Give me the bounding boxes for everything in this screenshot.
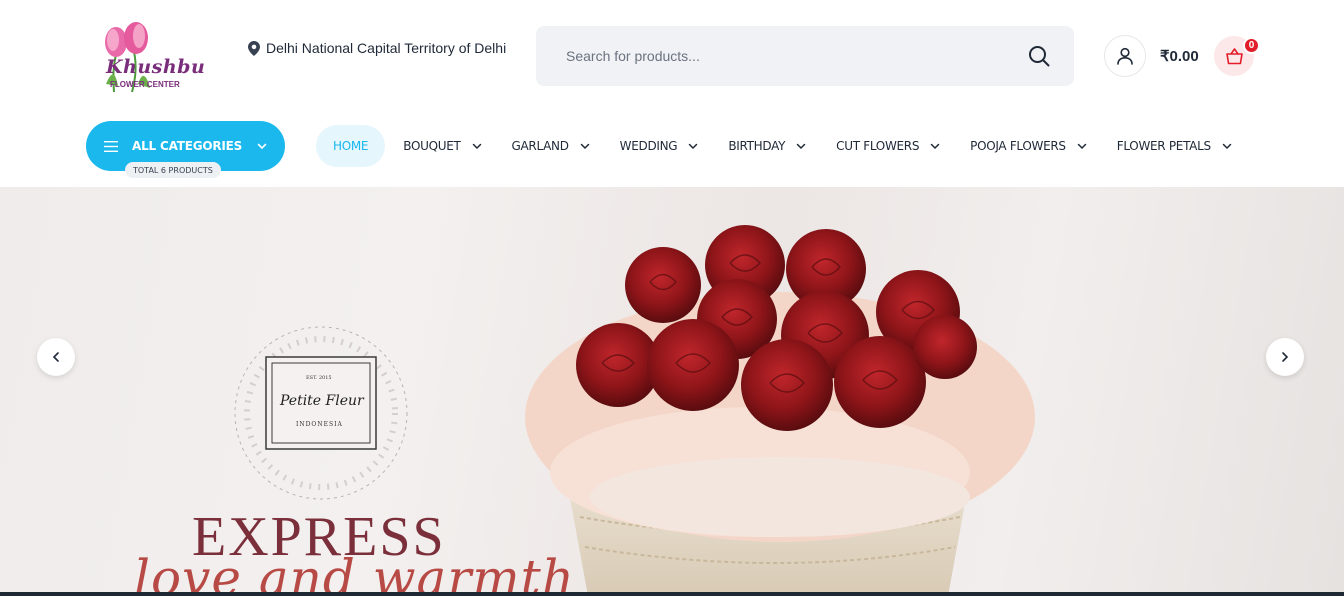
site-logo[interactable]: Khushbu FLOWER CENTER bbox=[88, 14, 205, 98]
nav-label: BIRTHDAY bbox=[728, 139, 786, 153]
slider-next-button[interactable] bbox=[1266, 338, 1304, 376]
cart-count-badge: 0 bbox=[1243, 37, 1260, 54]
nav-label: HOME bbox=[333, 139, 369, 153]
chevron-down-icon bbox=[257, 143, 267, 150]
slider-prev-button[interactable] bbox=[37, 338, 75, 376]
nav-birthday[interactable]: BIRTHDAY bbox=[728, 125, 836, 167]
account-button[interactable] bbox=[1104, 35, 1146, 77]
nav-flower-petals[interactable]: FLOWER PETALS bbox=[1117, 125, 1232, 167]
chevron-down-icon bbox=[689, 143, 698, 150]
chevron-down-icon bbox=[472, 143, 481, 150]
nav-label: WEDDING bbox=[619, 139, 678, 153]
nav-label: POOJA FLOWERS bbox=[970, 139, 1066, 153]
nav-garland[interactable]: GARLAND bbox=[512, 125, 620, 167]
hero-slider: EST. 2015 Petite Fleur INDONESIA EXPRESS… bbox=[0, 187, 1344, 596]
nav-label: BOUQUET bbox=[403, 139, 461, 153]
chevron-down-icon bbox=[930, 143, 940, 150]
cart-total[interactable]: ₹0.00 bbox=[1160, 47, 1199, 65]
chevron-left-icon bbox=[52, 352, 59, 362]
hero-subtitle: love and warmth bbox=[134, 549, 575, 596]
chevron-right-icon bbox=[1282, 352, 1289, 362]
nav-label: GARLAND bbox=[511, 139, 569, 153]
chevron-down-icon bbox=[580, 143, 589, 150]
badge-est: EST. 2015 bbox=[306, 375, 332, 381]
delivery-location[interactable]: Delhi National Capital Territory of Delh… bbox=[248, 40, 506, 56]
all-categories-label: ALL CATEGORIES bbox=[132, 139, 243, 153]
badge-name: Petite Fleur bbox=[280, 393, 364, 409]
nav-pooja-flowers[interactable]: POOJA FLOWERS bbox=[970, 125, 1117, 167]
shopping-basket-icon bbox=[1225, 47, 1243, 64]
page-bottom-bar bbox=[0, 592, 1344, 596]
search-bar bbox=[536, 26, 1074, 86]
nav-home[interactable]: HOME bbox=[316, 125, 386, 167]
nav-bouquet[interactable]: BOUQUET bbox=[403, 125, 511, 167]
search-input[interactable] bbox=[566, 46, 1006, 66]
nav-label: CUT FLOWERS bbox=[836, 139, 920, 153]
badge-country: INDONESIA bbox=[296, 421, 343, 428]
map-pin-icon bbox=[248, 40, 260, 56]
brand-badge-graphic bbox=[234, 326, 408, 500]
site-header: Khushbu FLOWER CENTER Delhi National Cap… bbox=[0, 0, 1344, 186]
location-text: Delhi National Capital Territory of Delh… bbox=[266, 40, 507, 56]
menu-icon bbox=[104, 140, 118, 152]
search-icon[interactable] bbox=[1028, 45, 1050, 67]
nav-cut-flowers[interactable]: CUT FLOWERS bbox=[836, 125, 970, 167]
user-icon bbox=[1117, 47, 1133, 65]
logo-tagline: FLOWER CENTER bbox=[110, 80, 180, 89]
logo-wordmark: Khushbu bbox=[106, 56, 206, 78]
chevron-down-icon bbox=[1222, 143, 1232, 150]
chevron-down-icon bbox=[796, 143, 806, 150]
chevron-down-icon bbox=[1077, 143, 1086, 150]
product-count-badge: TOTAL 6 PRODUCTS bbox=[125, 162, 221, 178]
nav-label: FLOWER PETALS bbox=[1116, 139, 1211, 153]
main-nav: HOME BOUQUET GARLAND WEDDING BIRTHDAY CU… bbox=[316, 125, 1232, 167]
nav-wedding[interactable]: WEDDING bbox=[620, 125, 729, 167]
